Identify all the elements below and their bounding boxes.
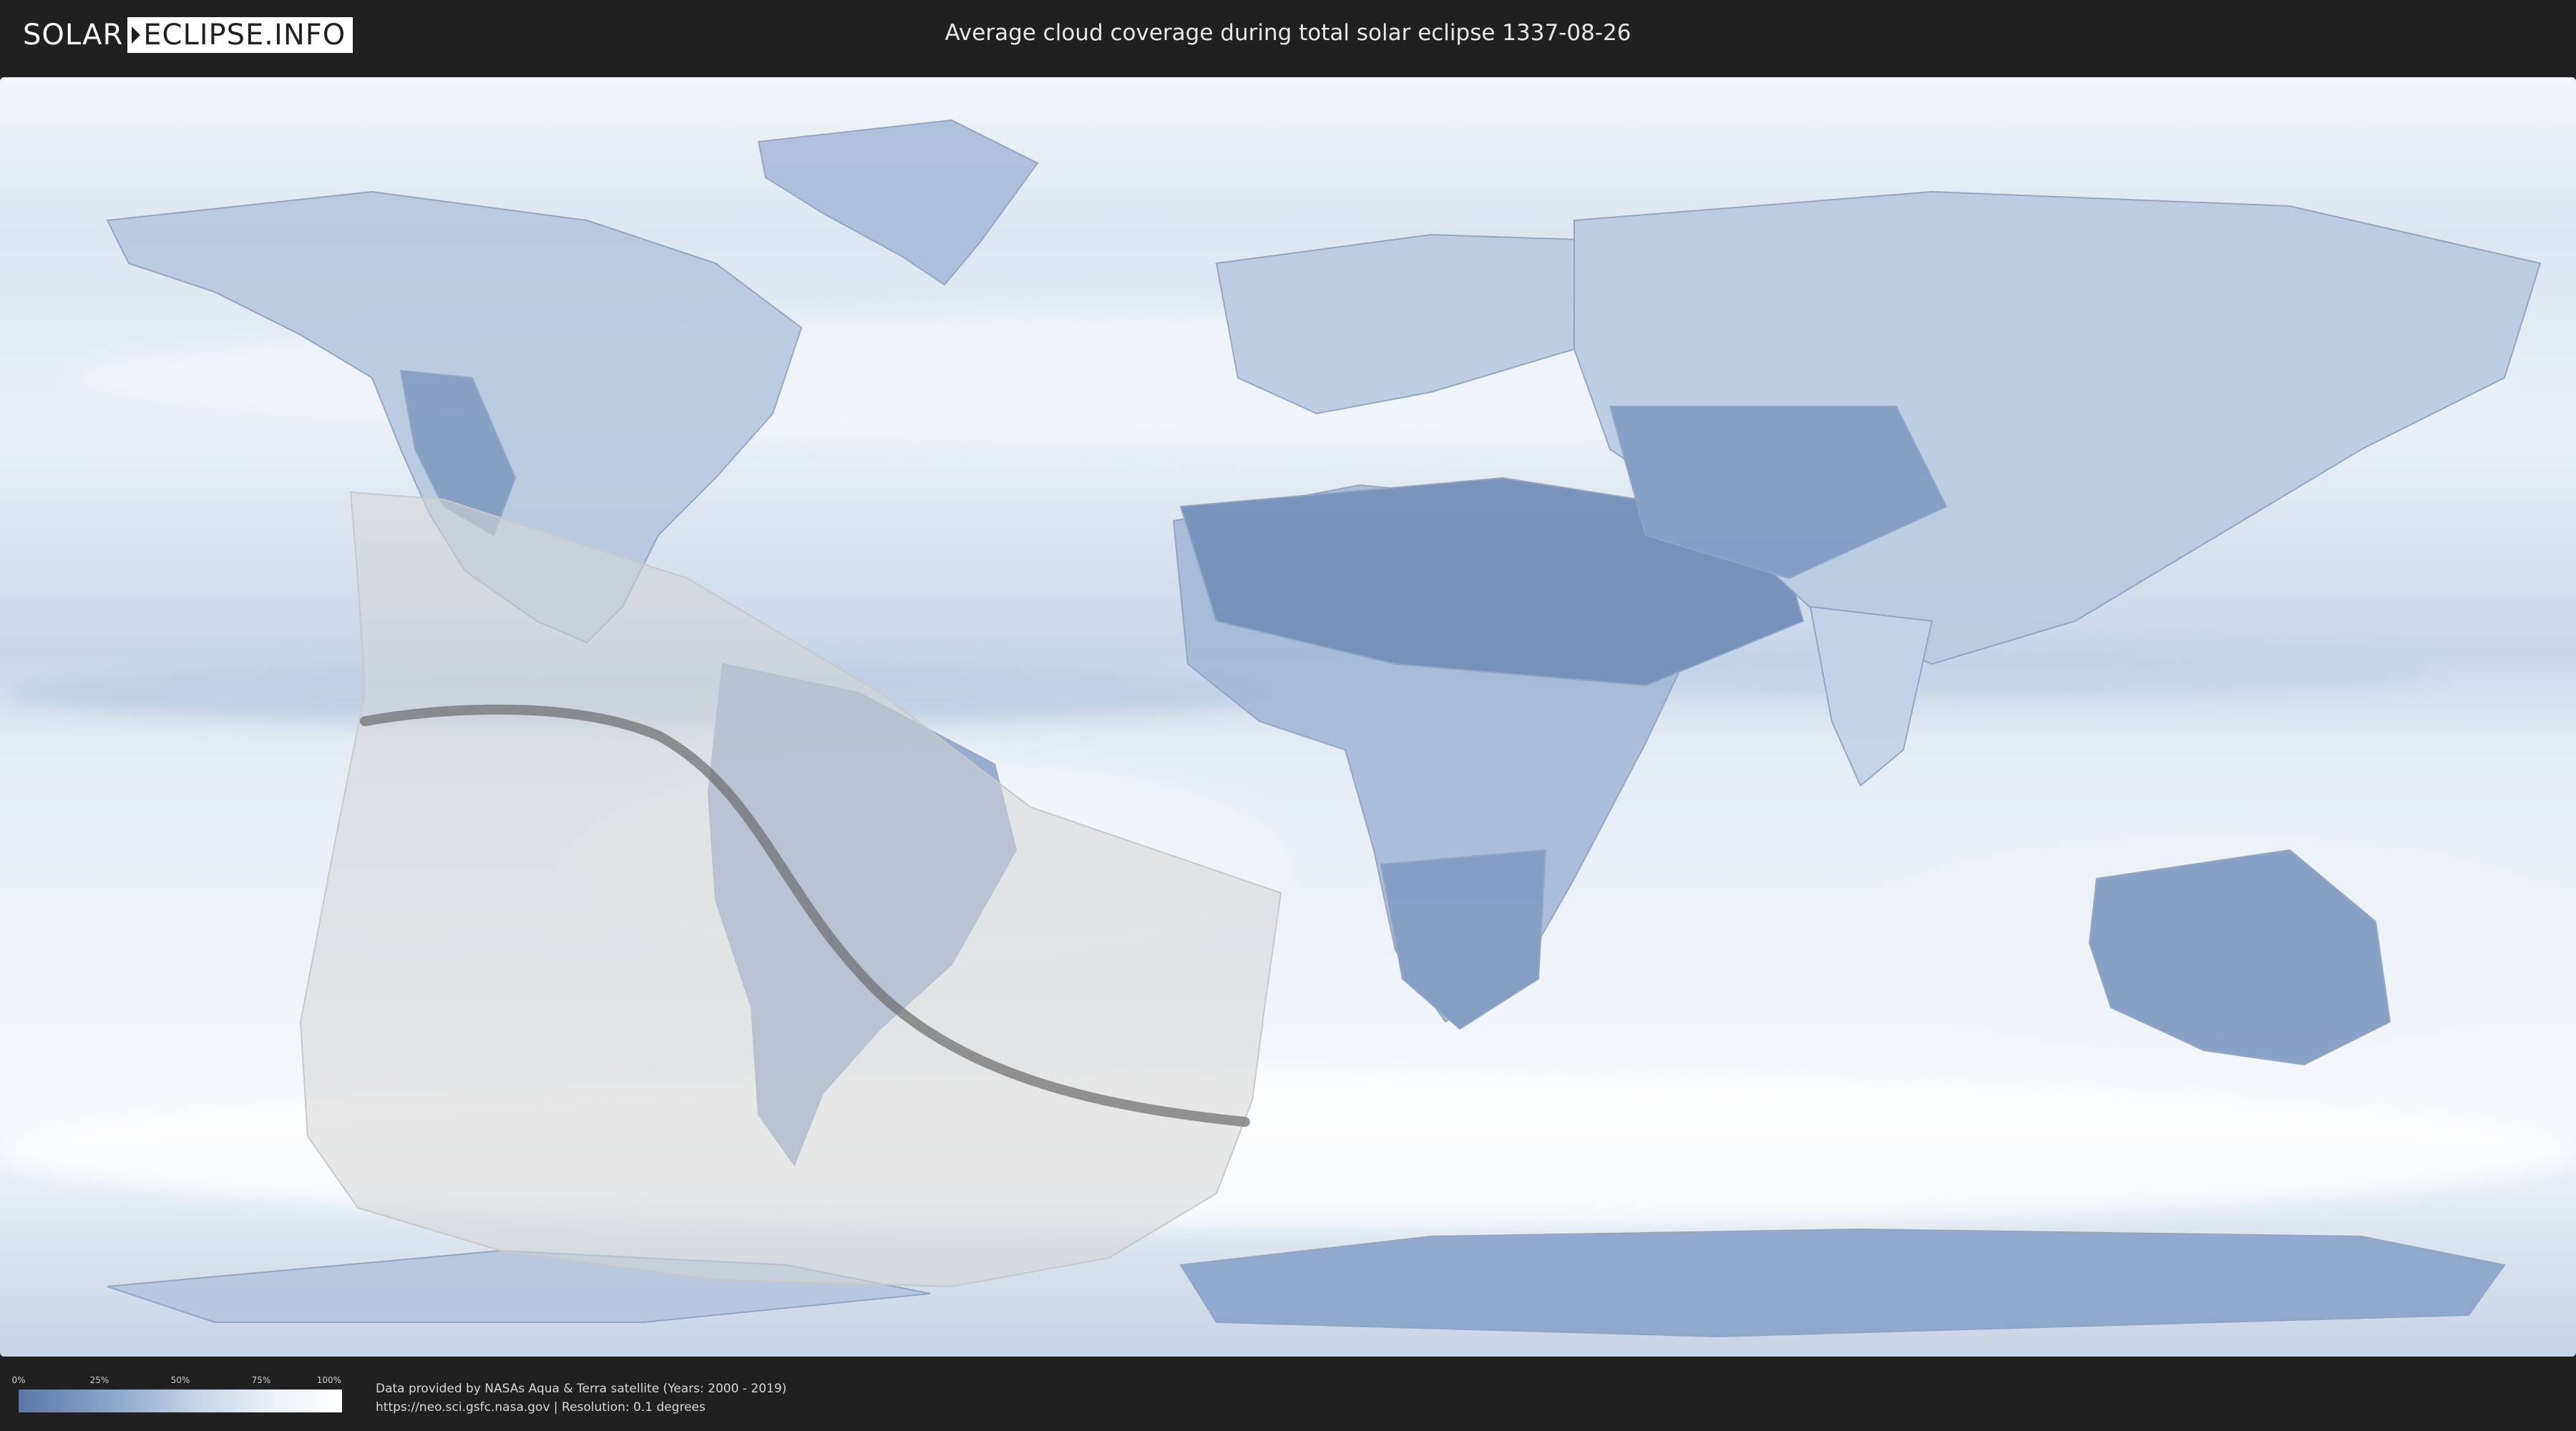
legend-tick: 25% [89, 1375, 109, 1385]
antarctica [1179, 1228, 2506, 1338]
credits-line-source: Data provided by NASAs Aqua & Terra sate… [376, 1382, 787, 1396]
legend-tick: 100% [316, 1375, 342, 1385]
cloud-coverage-map[interactable] [0, 77, 2576, 1357]
cloud-coverage-legend: 0% 25% 50% 75% 100% [11, 1375, 342, 1412]
legend-tick: 0% [11, 1375, 26, 1385]
legend-gradient-bar [19, 1390, 342, 1412]
credits-line-url[interactable]: https://neo.sci.gsfc.nasa.gov | Resoluti… [376, 1398, 786, 1417]
legend-tick-labels: 0% 25% 50% 75% 100% [11, 1375, 342, 1390]
legend-tick: 75% [251, 1375, 271, 1385]
data-credits: Data provided by NASAs Aqua & Terra sate… [376, 1379, 786, 1417]
map-svg [0, 77, 2576, 1357]
page-title: Average cloud coverage during total sola… [945, 20, 1631, 46]
legend-tick: 50% [170, 1375, 190, 1385]
header-bar: SOLAR ECLIPSE.INFO Average cloud coverag… [0, 0, 2576, 72]
